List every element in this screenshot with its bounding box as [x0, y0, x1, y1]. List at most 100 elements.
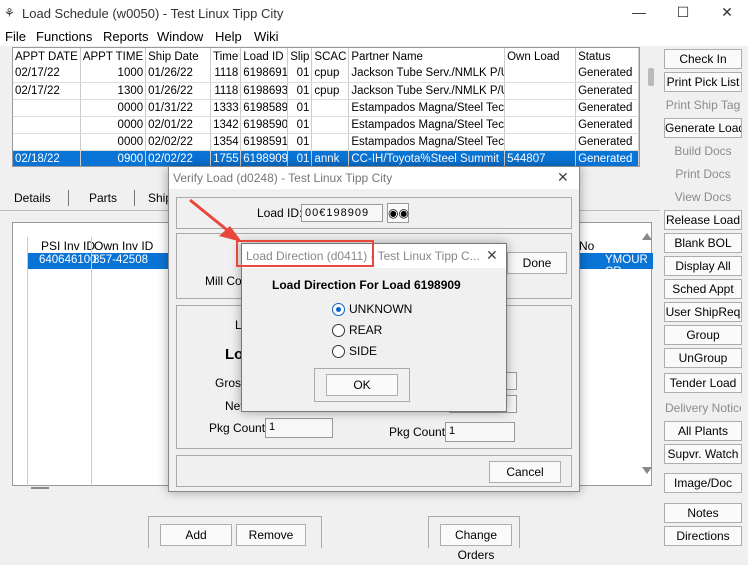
tab-divider — [134, 190, 135, 206]
side-button-tender-load[interactable]: Tender Load — [664, 373, 742, 393]
table-cell: Estampados Magna/Steel Tech — [348, 133, 506, 151]
app-icon: ⚘ — [4, 6, 15, 20]
radio-side[interactable]: SIDE — [332, 344, 452, 360]
table-cell: 01 — [287, 133, 313, 151]
table-row[interactable]: 0000 01/31/22 1333 6198589 01 Estampados Magn… — [13, 99, 639, 117]
pkg-count-label-right: Pkg Count: — [389, 425, 449, 439]
minimize-button[interactable]: — — [624, 4, 654, 24]
table-cell: 01/26/22 — [145, 82, 212, 100]
grid-col-header[interactable]: Ship Date — [145, 48, 212, 65]
remove-button[interactable]: Remove — [236, 524, 306, 546]
verify-dialog-titlebar: Verify Load (d0248) - Test Linux Tipp Ci… — [169, 167, 579, 189]
menu-wiki[interactable]: Wiki — [254, 28, 279, 46]
side-button-image-doc[interactable]: Image/Doc — [664, 473, 742, 493]
binoculars-icon[interactable]: ◉◉ — [387, 203, 409, 223]
side-button-view-docs[interactable]: View Docs — [664, 187, 742, 207]
table-cell: 6198691 — [240, 65, 289, 83]
add-button[interactable]: Add — [160, 524, 232, 546]
grid-col-header[interactable]: Own Load — [504, 48, 577, 65]
side-button-delivery-notice[interactable]: Delivery Notice — [664, 398, 742, 418]
table-cell — [504, 99, 577, 117]
table-cell — [504, 116, 577, 134]
table-cell: Generated — [575, 99, 639, 117]
table-row[interactable]: 0000 02/01/22 1342 6198590 01 Estampados Magn… — [13, 116, 639, 134]
side-button-group[interactable]: Group — [664, 325, 742, 345]
resize-dot — [0, 46, 6, 50]
table-cell: 0000 — [80, 133, 147, 151]
table-cell — [504, 133, 577, 151]
close-button[interactable]: ✕ — [712, 4, 742, 24]
radio-rear-icon — [332, 324, 345, 337]
cancel-group: Cancel — [176, 455, 572, 487]
scroll-down-arrow[interactable] — [642, 467, 652, 474]
grid-col-header[interactable]: Status — [575, 48, 639, 65]
table-row[interactable]: 02/17/22 1300 01/26/22 1118 6198693 01 cpup Jac… — [13, 82, 639, 100]
maximize-button[interactable]: ☐ — [668, 4, 698, 24]
grid-col-header[interactable]: Partner Name — [348, 48, 506, 65]
side-button-ungroup[interactable]: UnGroup — [664, 348, 742, 368]
menu-file[interactable]: File — [5, 28, 26, 46]
side-button-sched-appt[interactable]: Sched Appt — [664, 279, 742, 299]
side-button-generate-load[interactable]: Generate Load — [664, 118, 742, 138]
side-button-user-shipreq[interactable]: User ShipReq — [664, 302, 742, 322]
radio-unknown-label: UNKNOWN — [349, 302, 413, 316]
grid-col-header[interactable]: Load ID — [240, 48, 289, 65]
radio-unknown[interactable]: UNKNOWN — [332, 302, 452, 318]
table-cell: Jackson Tube Serv./NMLK P/U — [348, 82, 506, 100]
side-button-print-docs[interactable]: Print Docs — [664, 164, 742, 184]
radio-rear[interactable]: REAR — [332, 323, 452, 339]
done-button[interactable]: Done — [507, 252, 567, 274]
table-cell: 01 — [287, 82, 313, 100]
table-cell: 01 — [287, 65, 313, 83]
side-button-release-load[interactable]: Release Load — [664, 210, 742, 230]
grid-col-header[interactable]: APPT TIME — [80, 48, 147, 65]
tab-parts[interactable]: Parts — [89, 188, 117, 208]
table-row[interactable]: 0000 02/02/22 1354 6198591 01 Estampados Magn… — [13, 133, 639, 151]
side-button-all-plants[interactable]: All Plants — [664, 421, 742, 441]
table-cell: 02/18/22 — [13, 150, 81, 166]
load-grid[interactable]: APPT DATE APPT TIME Ship Date Time Load ID Sl… — [12, 47, 640, 167]
side-button-print-pick-list[interactable]: Print Pick List — [664, 72, 742, 92]
menu-reports[interactable]: Reports — [103, 28, 149, 46]
table-row[interactable]: 02/17/22 1000 01/26/22 1118 6198691 01 cpup Jac… — [13, 65, 639, 83]
side-button-check-in[interactable]: Check In — [664, 49, 742, 69]
right-cell: YMOUR CR — [605, 254, 648, 278]
h-scroll-thumb[interactable] — [31, 487, 49, 489]
psi-inv-id-header: PSI Inv ID — [41, 239, 96, 253]
change-orders-button[interactable]: Change Orders — [440, 524, 512, 562]
ok-button[interactable]: OK — [326, 374, 398, 396]
grid-col-header[interactable]: Time — [210, 48, 242, 65]
side-button-directions[interactable]: Directions — [664, 526, 742, 546]
cancel-button[interactable]: Cancel — [489, 461, 561, 483]
radio-unknown-icon — [332, 303, 345, 316]
side-button-print-ship-tag[interactable]: Print Ship Tag — [664, 95, 742, 115]
table-cell: Estampados Magna/Steel Tech — [348, 116, 506, 134]
grid-col-header[interactable]: Slip — [287, 48, 313, 65]
side-button-blank-bol[interactable]: Blank BOL — [664, 233, 742, 253]
menu-help[interactable]: Help — [215, 28, 242, 46]
radio-side-label: SIDE — [349, 344, 378, 358]
tab-details[interactable]: Details — [14, 188, 51, 208]
scroll-up-arrow[interactable] — [642, 233, 652, 240]
side-button-build-docs[interactable]: Build Docs — [664, 141, 742, 161]
pkg-count-field-left[interactable]: 1 — [265, 418, 333, 438]
verify-dialog-close-icon[interactable]: ✕ — [557, 169, 569, 186]
highlight-box — [236, 240, 374, 267]
load-id-input[interactable]: 00€198909 — [301, 204, 383, 222]
col-line — [91, 237, 92, 487]
no-header: No — [579, 239, 595, 253]
side-button-display-all[interactable]: Display All — [664, 256, 742, 276]
menu-functions[interactable]: Functions — [36, 28, 92, 46]
table-cell: 1354 — [210, 133, 242, 151]
load-direction-close-icon[interactable]: ✕ — [486, 247, 498, 264]
table-cell: 6198693 — [240, 82, 289, 100]
menu-window[interactable]: Window — [157, 28, 203, 46]
side-button-supvr-watch[interactable]: Supvr. Watch — [664, 444, 742, 464]
grid-scrollbar-thumb[interactable] — [648, 68, 654, 86]
table-row[interactable]: 02/18/22 0900 02/02/22 1755 6198909 01 annk CC-… — [13, 150, 639, 166]
grid-col-header[interactable]: APPT DATE — [13, 48, 81, 65]
side-button-notes[interactable]: Notes — [664, 503, 742, 523]
table-cell: 01 — [287, 99, 313, 117]
grid-col-header[interactable]: SCAC — [311, 48, 350, 65]
pkg-count-field-right[interactable]: 1 — [445, 422, 515, 442]
